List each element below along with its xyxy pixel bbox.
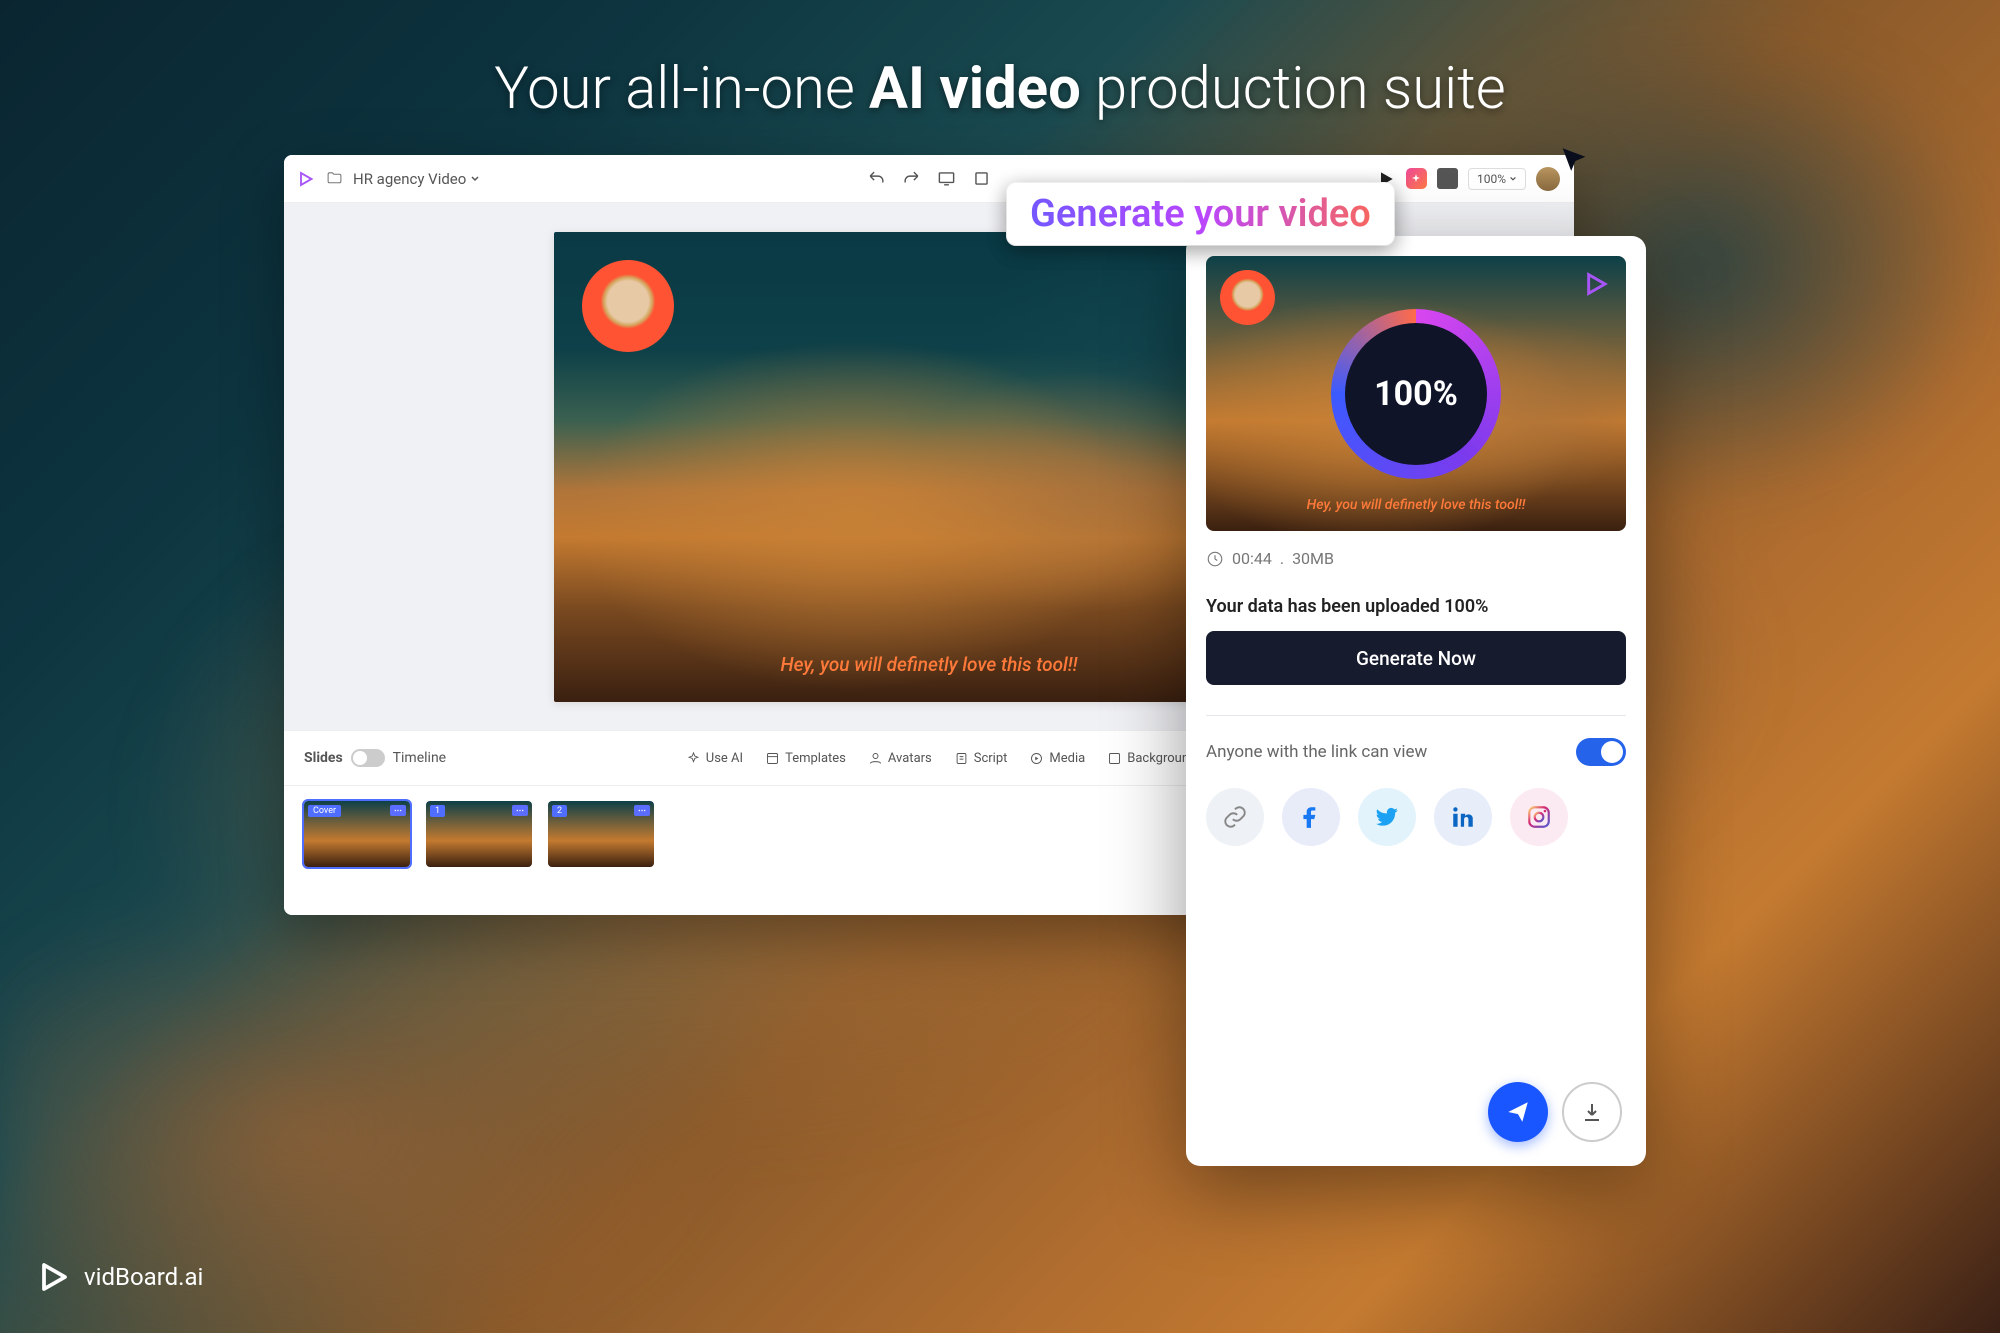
copy-link-button[interactable] [1206,788,1264,846]
zoom-dropdown[interactable]: 100% [1468,168,1526,190]
effects-button[interactable] [1406,168,1427,189]
templates-button[interactable]: Templates [765,751,846,766]
video-duration: 00:44 [1232,549,1272,568]
send-icon [1505,1099,1531,1125]
generate-popup: Generate your video Generate your video … [1186,236,1646,1166]
download-icon [1580,1100,1604,1124]
zoom-value: 100% [1477,172,1506,186]
headline-text-bold: AI video [869,55,1081,123]
project-name-text: HR agency Video [353,170,466,188]
folder-icon [326,170,343,187]
progress-ring: 100% [1331,309,1501,479]
slide-label: 1 [430,805,445,817]
facebook-share-button[interactable] [1282,788,1340,846]
share-toggle[interactable] [1576,738,1626,766]
chevron-down-icon [1509,175,1517,183]
hero-headline: Your all-in-one AI video production suit… [494,55,1506,123]
brand-watermark: vidBoard.ai [38,1259,203,1295]
headline-text-pre: Your all-in-one [494,55,869,123]
timeline-mode-label: Timeline [393,750,446,766]
upload-status-text: Your data has been uploaded 100% [1206,596,1626,617]
square-icon[interactable] [972,169,991,188]
slide-thumb-1[interactable]: 1 ⋯ [426,801,532,867]
media-button[interactable]: Media [1029,751,1085,766]
slide-label: 2 [552,805,567,817]
popup-video-preview: 100% Hey, you will definetly love this t… [1206,256,1626,531]
brand-name: vidBoard.ai [84,1263,203,1291]
twitter-share-button[interactable] [1358,788,1416,846]
project-name-dropdown[interactable]: HR agency Video [353,170,480,188]
brand-logo-icon [38,1259,74,1295]
share-permission-label: Anyone with the link can view [1206,742,1427,762]
social-share-row [1206,788,1626,846]
slide-menu-icon[interactable]: ⋯ [634,805,650,816]
media-icon [1029,751,1044,766]
slide-menu-icon[interactable]: ⋯ [390,805,406,816]
slides-mode-label: Slides [304,750,343,766]
background-icon [1107,751,1122,766]
video-meta: 00:44 . 30MB [1206,549,1626,568]
instagram-icon [1526,804,1552,830]
script-button[interactable]: Script [954,751,1008,766]
avatars-button[interactable]: Avatars [868,751,932,766]
popup-heading: Generate your video [1006,182,1395,246]
clock-icon [1206,550,1224,568]
download-button[interactable] [1562,1082,1622,1142]
share-settings-row: Anyone with the link can view [1206,738,1626,766]
facebook-icon [1298,804,1324,830]
video-size: 30MB [1292,549,1334,568]
app-logo-icon [298,170,316,188]
avatar-icon [868,751,883,766]
topbar-center-tools [867,169,991,188]
desktop-icon[interactable] [937,169,956,188]
popup-presenter-avatar [1220,270,1275,325]
template-icon [765,751,780,766]
generate-now-button[interactable]: Generate Now [1206,631,1626,685]
save-button[interactable] [1437,168,1458,189]
linkedin-icon [1450,804,1476,830]
slide-thumb-cover[interactable]: Cover ⋯ [304,801,410,867]
meta-separator: . [1280,549,1284,568]
redo-icon[interactable] [902,169,921,188]
progress-percent: 100% [1345,323,1487,465]
popup-logo-icon [1584,270,1612,298]
toggle-track[interactable] [351,749,385,767]
link-icon [1222,804,1248,830]
cursor-arrow-icon [1557,144,1591,182]
slide-menu-icon[interactable]: ⋯ [512,805,528,816]
instagram-share-button[interactable] [1510,788,1568,846]
undo-icon[interactable] [867,169,886,188]
popup-caption: Hey, you will definetly love this tool!! [1307,497,1526,513]
twitter-icon [1374,804,1400,830]
presenter-avatar[interactable] [582,260,674,352]
view-mode-switch[interactable]: Slides Timeline [304,749,446,767]
popup-action-row [1488,1082,1622,1142]
topbar-right: 100% [1376,167,1560,191]
video-caption[interactable]: Hey, you will definetly love this tool!! [781,653,1078,676]
background-button[interactable]: Background [1107,751,1196,766]
slide-thumb-2[interactable]: 2 ⋯ [548,801,654,867]
use-ai-button[interactable]: Use AI [686,751,743,766]
script-icon [954,751,969,766]
send-button[interactable] [1488,1082,1548,1142]
headline-text-post: production suite [1081,55,1506,123]
divider [1206,715,1626,716]
chevron-down-icon [470,174,480,184]
sparkle-icon [1410,173,1422,185]
slide-label: Cover [308,805,341,817]
linkedin-share-button[interactable] [1434,788,1492,846]
sparkle-icon [686,751,701,766]
